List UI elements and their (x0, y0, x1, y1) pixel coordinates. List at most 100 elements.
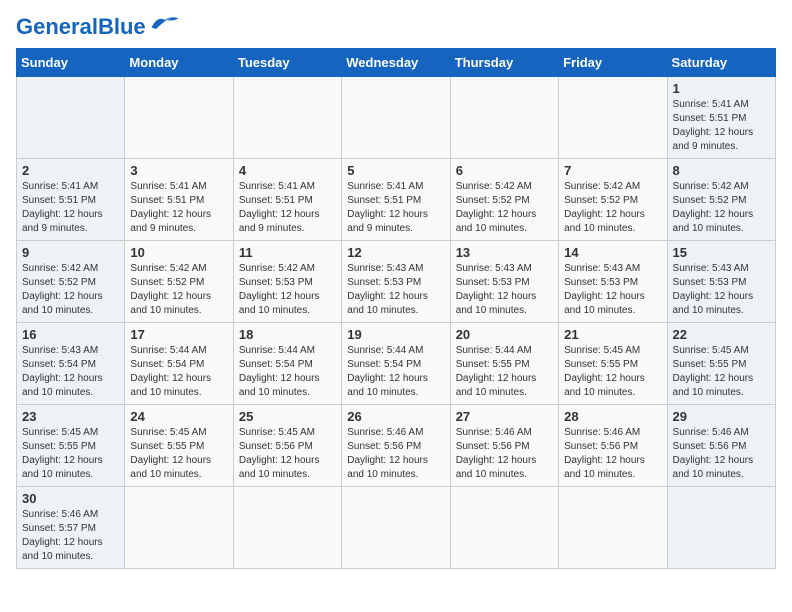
day-number: 28 (564, 409, 661, 424)
day-number: 20 (456, 327, 553, 342)
day-cell (450, 487, 558, 569)
day-number: 17 (130, 327, 227, 342)
day-number: 7 (564, 163, 661, 178)
day-cell: 10 Sunrise: 5:42 AM Sunset: 5:52 PM Dayli… (125, 241, 233, 323)
day-cell: 25 Sunrise: 5:45 AM Sunset: 5:56 PM Dayli… (233, 405, 341, 487)
day-number: 22 (673, 327, 770, 342)
day-info: Sunrise: 5:43 AM Sunset: 5:53 PM Dayligh… (347, 262, 444, 318)
day-info: Sunrise: 5:43 AM Sunset: 5:53 PM Dayligh… (673, 262, 770, 318)
day-cell: 7 Sunrise: 5:42 AM Sunset: 5:52 PM Daylig… (559, 159, 667, 241)
day-cell: 5Sunrise: 5:41 AM Sunset: 5:51 PM Daylig… (342, 159, 450, 241)
day-info: Sunrise: 5:43 AM Sunset: 5:54 PM Dayligh… (22, 344, 119, 400)
day-info: Sunrise: 5:44 AM Sunset: 5:54 PM Dayligh… (347, 344, 444, 400)
day-number: 1 (673, 81, 770, 96)
day-info: Sunrise: 5:42 AM Sunset: 5:52 PM Dayligh… (564, 180, 661, 236)
logo-general: General (16, 14, 98, 39)
day-info: Sunrise: 5:43 AM Sunset: 5:53 PM Dayligh… (564, 262, 661, 318)
day-cell: 24Sunrise: 5:45 AM Sunset: 5:55 PM Dayli… (125, 405, 233, 487)
day-info: Sunrise: 5:46 AM Sunset: 5:56 PM Dayligh… (456, 426, 553, 482)
day-number: 16 (22, 327, 119, 342)
day-number: 8 (673, 163, 770, 178)
day-info: Sunrise: 5:45 AM Sunset: 5:55 PM Dayligh… (564, 344, 661, 400)
day-info: Sunrise: 5:46 AM Sunset: 5:56 PM Dayligh… (673, 426, 770, 482)
day-info: Sunrise: 5:41 AM Sunset: 5:51 PM Dayligh… (22, 180, 119, 236)
day-number: 12 (347, 245, 444, 260)
day-number: 14 (564, 245, 661, 260)
column-header-sunday: Sunday (17, 49, 125, 77)
day-number: 29 (673, 409, 770, 424)
day-cell: 21Sunrise: 5:45 AM Sunset: 5:55 PM Dayli… (559, 323, 667, 405)
day-info: Sunrise: 5:44 AM Sunset: 5:54 PM Dayligh… (130, 344, 227, 400)
day-number: 19 (347, 327, 444, 342)
day-cell (342, 487, 450, 569)
week-row-4: 16 Sunrise: 5:43 AM Sunset: 5:54 PM Dayli… (17, 323, 776, 405)
day-cell: 15 Sunrise: 5:43 AM Sunset: 5:53 PM Dayli… (667, 241, 775, 323)
logo-bird-icon (150, 14, 180, 32)
day-number: 6 (456, 163, 553, 178)
day-number: 27 (456, 409, 553, 424)
day-info: Sunrise: 5:45 AM Sunset: 5:55 PM Dayligh… (22, 426, 119, 482)
day-info: Sunrise: 5:46 AM Sunset: 5:56 PM Dayligh… (564, 426, 661, 482)
day-cell: 20 Sunrise: 5:44 AM Sunset: 5:55 PM Dayli… (450, 323, 558, 405)
column-header-thursday: Thursday (450, 49, 558, 77)
day-cell: 30Sunrise: 5:46 AM Sunset: 5:57 PM Dayli… (17, 487, 125, 569)
day-cell: 2Sunrise: 5:41 AM Sunset: 5:51 PM Daylig… (17, 159, 125, 241)
day-number: 10 (130, 245, 227, 260)
day-cell: 28 Sunrise: 5:46 AM Sunset: 5:56 PM Dayli… (559, 405, 667, 487)
week-row-6: 30Sunrise: 5:46 AM Sunset: 5:57 PM Dayli… (17, 487, 776, 569)
day-info: Sunrise: 5:41 AM Sunset: 5:51 PM Dayligh… (239, 180, 336, 236)
day-number: 11 (239, 245, 336, 260)
day-number: 25 (239, 409, 336, 424)
day-number: 18 (239, 327, 336, 342)
day-info: Sunrise: 5:46 AM Sunset: 5:57 PM Dayligh… (22, 508, 119, 564)
day-info: Sunrise: 5:42 AM Sunset: 5:52 PM Dayligh… (130, 262, 227, 318)
day-cell (342, 77, 450, 159)
day-number: 9 (22, 245, 119, 260)
logo-text: GeneralBlue (16, 16, 146, 38)
day-info: Sunrise: 5:41 AM Sunset: 5:51 PM Dayligh… (347, 180, 444, 236)
column-header-tuesday: Tuesday (233, 49, 341, 77)
day-info: Sunrise: 5:45 AM Sunset: 5:55 PM Dayligh… (673, 344, 770, 400)
day-info: Sunrise: 5:42 AM Sunset: 5:52 PM Dayligh… (673, 180, 770, 236)
column-header-saturday: Saturday (667, 49, 775, 77)
calendar: SundayMondayTuesdayWednesdayThursdayFrid… (16, 48, 776, 569)
day-cell (233, 77, 341, 159)
column-header-monday: Monday (125, 49, 233, 77)
day-cell: 3Sunrise: 5:41 AM Sunset: 5:51 PM Daylig… (125, 159, 233, 241)
day-cell: 11 Sunrise: 5:42 AM Sunset: 5:53 PM Dayli… (233, 241, 341, 323)
day-cell (17, 77, 125, 159)
day-info: Sunrise: 5:42 AM Sunset: 5:53 PM Dayligh… (239, 262, 336, 318)
day-number: 13 (456, 245, 553, 260)
column-header-wednesday: Wednesday (342, 49, 450, 77)
day-cell: 17 Sunrise: 5:44 AM Sunset: 5:54 PM Dayli… (125, 323, 233, 405)
week-row-3: 9 Sunrise: 5:42 AM Sunset: 5:52 PM Daylig… (17, 241, 776, 323)
day-cell: 23Sunrise: 5:45 AM Sunset: 5:55 PM Dayli… (17, 405, 125, 487)
day-cell (125, 77, 233, 159)
day-number: 15 (673, 245, 770, 260)
day-cell: 19 Sunrise: 5:44 AM Sunset: 5:54 PM Dayli… (342, 323, 450, 405)
day-info: Sunrise: 5:42 AM Sunset: 5:52 PM Dayligh… (22, 262, 119, 318)
day-cell (450, 77, 558, 159)
day-cell (125, 487, 233, 569)
day-info: Sunrise: 5:44 AM Sunset: 5:54 PM Dayligh… (239, 344, 336, 400)
header: GeneralBlue (16, 16, 776, 38)
week-row-5: 23Sunrise: 5:45 AM Sunset: 5:55 PM Dayli… (17, 405, 776, 487)
day-cell: 13 Sunrise: 5:43 AM Sunset: 5:53 PM Dayli… (450, 241, 558, 323)
day-cell: 22 Sunrise: 5:45 AM Sunset: 5:55 PM Dayli… (667, 323, 775, 405)
day-info: Sunrise: 5:45 AM Sunset: 5:56 PM Dayligh… (239, 426, 336, 482)
day-cell: 4Sunrise: 5:41 AM Sunset: 5:51 PM Daylig… (233, 159, 341, 241)
week-row-2: 2Sunrise: 5:41 AM Sunset: 5:51 PM Daylig… (17, 159, 776, 241)
day-cell: 6Sunrise: 5:42 AM Sunset: 5:52 PM Daylig… (450, 159, 558, 241)
day-info: Sunrise: 5:41 AM Sunset: 5:51 PM Dayligh… (673, 98, 770, 154)
day-cell (559, 487, 667, 569)
day-cell: 18 Sunrise: 5:44 AM Sunset: 5:54 PM Dayli… (233, 323, 341, 405)
day-number: 26 (347, 409, 444, 424)
day-cell: 9 Sunrise: 5:42 AM Sunset: 5:52 PM Daylig… (17, 241, 125, 323)
day-info: Sunrise: 5:44 AM Sunset: 5:55 PM Dayligh… (456, 344, 553, 400)
column-header-friday: Friday (559, 49, 667, 77)
day-cell: 27 Sunrise: 5:46 AM Sunset: 5:56 PM Dayli… (450, 405, 558, 487)
day-info: Sunrise: 5:43 AM Sunset: 5:53 PM Dayligh… (456, 262, 553, 318)
day-cell: 14 Sunrise: 5:43 AM Sunset: 5:53 PM Dayli… (559, 241, 667, 323)
day-info: Sunrise: 5:45 AM Sunset: 5:55 PM Dayligh… (130, 426, 227, 482)
day-cell (559, 77, 667, 159)
